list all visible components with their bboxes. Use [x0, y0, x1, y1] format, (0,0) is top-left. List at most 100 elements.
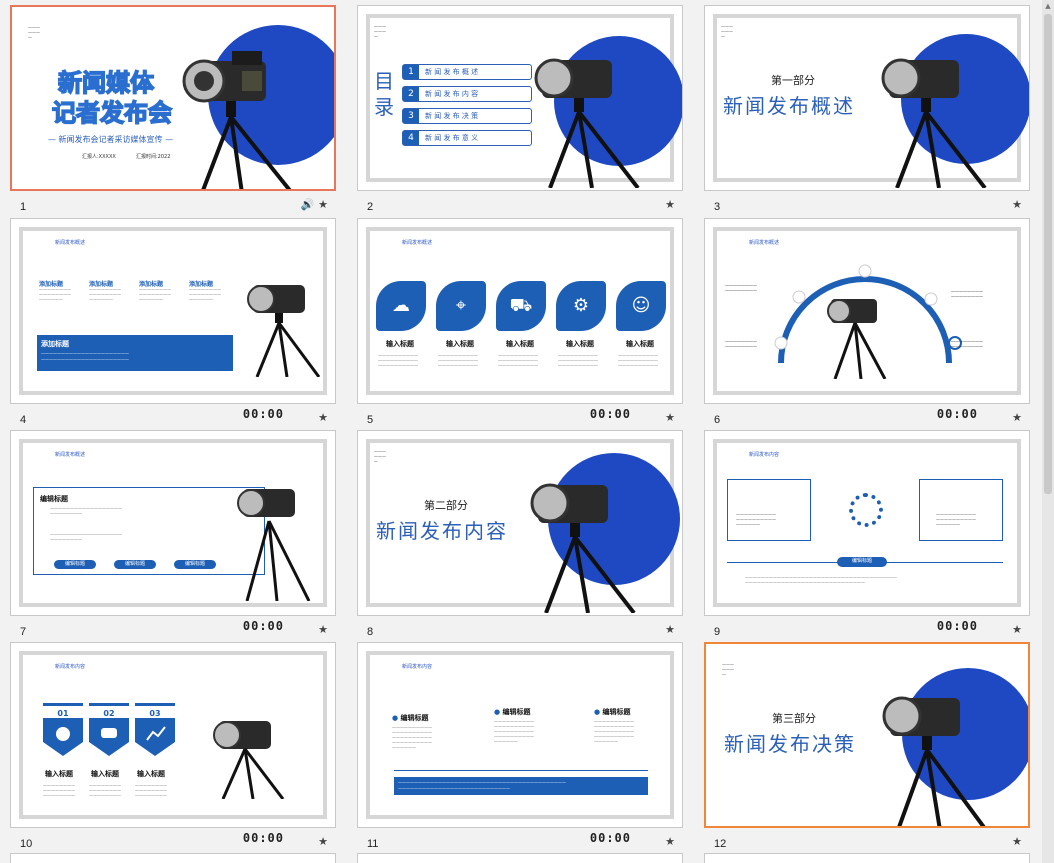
star-icon[interactable]: ★ — [318, 623, 328, 636]
star-icon[interactable]: ★ — [665, 835, 675, 848]
slide-12-status-icons[interactable]: ★ — [1012, 835, 1022, 848]
slide-6-canvas[interactable]: 新闻发布概述 ———————— ———————— ———————— ————————… — [704, 218, 1030, 404]
item-caption: 输入标题 — [446, 340, 474, 348]
slide-header: 新闻发布内容 — [402, 664, 433, 670]
slide-thumbnail-5[interactable]: 新闻发布概述 ☁ ⌖ ⛟ ⚙ ☺ 输入标题 输入标题 输入标题 输入标题 输入标… — [357, 218, 683, 426]
slide-thumbnail-3[interactable]: ——— ——— — 第一部分 新闻发布概述 3 ★ — [704, 5, 1030, 213]
slide-thumbnail-11[interactable]: 新闻发布内容 ● 编辑标题 ● 编辑标题 ● 编辑标题 —————————— ——… — [357, 642, 683, 850]
gear-icon — [849, 493, 883, 527]
slide-9-canvas[interactable]: 新闻发布内容 —————————— —————————— —————— ——————… — [704, 430, 1030, 616]
star-icon[interactable]: ★ — [318, 411, 328, 424]
slide-thumbnail-6[interactable]: 新闻发布概述 ———————— ———————— ———————— ————————… — [704, 218, 1030, 426]
slide-3-status-icons[interactable]: ★ — [1012, 198, 1022, 211]
toc-item[interactable]: 4 新 闻 发 布 意 义 — [402, 130, 532, 146]
slide-6-status-icons[interactable]: ★ — [1012, 411, 1022, 424]
right-textbox-text: —————————— —————————— —————— — [936, 512, 976, 527]
column-head-text: 编辑标题 — [602, 708, 631, 716]
slide-thumbnail-2[interactable]: ——————— 目录 1 新 闻 发 布 概 述 2 新 闻 发 布 内 容 — [357, 5, 683, 213]
slide-5-canvas[interactable]: 新闻发布概述 ☁ ⌖ ⛟ ⚙ ☺ 输入标题 输入标题 输入标题 输入标题 输入标… — [357, 218, 683, 404]
edit-title-button[interactable]: 编辑标题 — [837, 557, 887, 567]
slide-4-canvas[interactable]: 新闻发布概述 添加标题 添加标题 添加标题 添加标题 ———————— —————… — [10, 218, 336, 404]
location-pin-icon: ⌖ — [436, 281, 486, 331]
star-icon[interactable]: ★ — [665, 623, 675, 636]
slide-4-status-icons[interactable]: ★ — [318, 411, 328, 424]
cloud-upload-icon: ☁ — [376, 281, 426, 331]
star-icon[interactable]: ★ — [665, 198, 675, 211]
column-text: —————————— —————————— —————————— ——————————… — [392, 725, 432, 750]
toc-item[interactable]: 1 新 闻 发 布 概 述 — [402, 64, 532, 80]
slide-2-meta: ——— ——— — — [374, 24, 386, 39]
star-icon[interactable]: ★ — [318, 835, 328, 848]
star-icon[interactable]: ★ — [665, 411, 675, 424]
slide-thumbnail-8[interactable]: ——— ——— — 第二部分 新闻发布内容 8 ★ — [357, 430, 683, 638]
item-caption: 输入标题 — [91, 770, 119, 778]
slide-2-status-icons[interactable]: ★ — [665, 198, 675, 211]
slide-thumbnail-12[interactable]: ——— ——— — 第三部分 新闻发布决策 12 ★ — [704, 642, 1030, 850]
slide-1-meta-b: 汇报时间:2022 — [136, 154, 171, 160]
item-caption: 输入标题 — [506, 340, 534, 348]
item-text: ———————— ———————— ———————— — [43, 783, 75, 798]
slide-7-canvas[interactable]: 新闻发布概述 编辑标题 —————————————————— ———————— —… — [10, 430, 336, 616]
slide-sorter-grid: ——— ——— — 新闻媒体 记者发布会 — 新闻发布会记者采访媒体宣传 — 汇报人… — [0, 0, 1054, 863]
star-icon[interactable]: ★ — [1012, 198, 1022, 211]
slide-header: 新闻发布概述 — [55, 452, 86, 458]
slide-thumbnail-partial[interactable] — [704, 853, 1030, 863]
node-text: ———————— ———————— — [725, 283, 757, 293]
right-textbox: —————————— —————————— —————— — [919, 479, 1003, 541]
tab-block: 03 — [135, 703, 175, 762]
slide-3-canvas[interactable]: ——— ——— — 第一部分 新闻发布概述 — [704, 5, 1030, 191]
slide-5-status-icons[interactable]: ★ — [665, 411, 675, 424]
camera-tripod-image — [881, 58, 987, 188]
vertical-scrollbar[interactable]: ▲ — [1042, 0, 1054, 863]
slide-thumbnail-partial[interactable] — [10, 853, 336, 863]
slide-12-canvas[interactable]: ——— ——— — 第三部分 新闻发布决策 — [704, 642, 1030, 828]
slide-timing: 00:00 — [242, 619, 284, 633]
slide-number: 3 — [714, 201, 721, 213]
star-icon[interactable]: ★ — [1012, 411, 1022, 424]
slide-8-status-icons[interactable]: ★ — [665, 623, 675, 636]
slide-1-status-icons[interactable]: 🔊 ★ — [301, 198, 328, 211]
star-icon[interactable]: ★ — [1012, 835, 1022, 848]
slide-thumbnail-7[interactable]: 新闻发布概述 编辑标题 —————————————————— ———————— —… — [10, 430, 336, 638]
edit-title-button[interactable]: 编辑标题 — [174, 560, 216, 569]
column-text: —————————— —————————— —————————— ——————————… — [494, 719, 534, 744]
slide-header: 新闻发布概述 — [55, 240, 86, 246]
content-box-title: 编辑标题 — [40, 495, 68, 503]
tab-number: 03 — [149, 709, 161, 718]
slide-1-canvas[interactable]: ——— ——— — 新闻媒体 记者发布会 — 新闻发布会记者采访媒体宣传 — 汇报人… — [10, 5, 336, 191]
item-text: —————————— —————————— —————————— — [618, 353, 658, 368]
slide-11-canvas[interactable]: 新闻发布内容 ● 编辑标题 ● 编辑标题 ● 编辑标题 —————————— ——… — [357, 642, 683, 828]
camera-tripod-image — [882, 696, 986, 826]
star-icon[interactable]: ★ — [318, 198, 328, 211]
slide-1-title-line2: 记者发布会 — [51, 98, 173, 128]
slide-1-subtitle: — 新闻发布会记者采访媒体宣传 — — [48, 135, 174, 144]
tab-block: 02 — [89, 703, 129, 762]
blue-textbox-body: ————————————————————————————————————————… — [41, 351, 129, 362]
slide-2-canvas[interactable]: ——————— 目录 1 新 闻 发 布 概 述 2 新 闻 发 布 内 容 — [357, 5, 683, 191]
speaker-icon[interactable]: 🔊 — [301, 198, 315, 211]
slide-8-canvas[interactable]: ——— ——— — 第二部分 新闻发布内容 — [357, 430, 683, 616]
star-icon[interactable]: ★ — [1012, 623, 1022, 636]
edit-title-button[interactable]: 编辑标题 — [114, 560, 156, 569]
edit-title-button[interactable]: 编辑标题 — [54, 560, 96, 569]
slide-thumbnail-10[interactable]: 新闻发布内容 01 02 03 输入标题 输入标题 输入标题 ———————— —… — [10, 642, 336, 850]
toc-list: 1 新 闻 发 布 概 述 2 新 闻 发 布 内 容 3 新 闻 发 布 决 … — [402, 64, 532, 146]
scroll-up-arrow-icon[interactable]: ▲ — [1044, 2, 1052, 10]
slide-thumbnail-1[interactable]: ——— ——— — 新闻媒体 记者发布会 — 新闻发布会记者采访媒体宣传 — 汇报人… — [10, 5, 336, 213]
scrollbar-thumb[interactable] — [1044, 14, 1052, 494]
slide-thumbnail-9[interactable]: 新闻发布内容 —————————— —————————— —————— ——————… — [704, 430, 1030, 638]
slide-number: 5 — [367, 414, 374, 426]
tab-number: 01 — [57, 709, 69, 718]
toc-title: 目录 — [374, 69, 394, 119]
slide-10-status-icons[interactable]: ★ — [318, 835, 328, 848]
slide-10-canvas[interactable]: 新闻发布内容 01 02 03 输入标题 输入标题 输入标题 ———————— —… — [10, 642, 336, 828]
slide-thumbnail-partial[interactable] — [357, 853, 683, 863]
slide-thumbnail-4[interactable]: 新闻发布概述 添加标题 添加标题 添加标题 添加标题 ———————— —————… — [10, 218, 336, 426]
slide-7-status-icons[interactable]: ★ — [318, 623, 328, 636]
toc-item-index: 3 — [403, 109, 419, 123]
toc-item[interactable]: 2 新 闻 发 布 内 容 — [402, 86, 532, 102]
toc-item-index: 4 — [403, 131, 419, 145]
slide-9-status-icons[interactable]: ★ — [1012, 623, 1022, 636]
toc-item[interactable]: 3 新 闻 发 布 决 策 — [402, 108, 532, 124]
slide-11-status-icons[interactable]: ★ — [665, 835, 675, 848]
